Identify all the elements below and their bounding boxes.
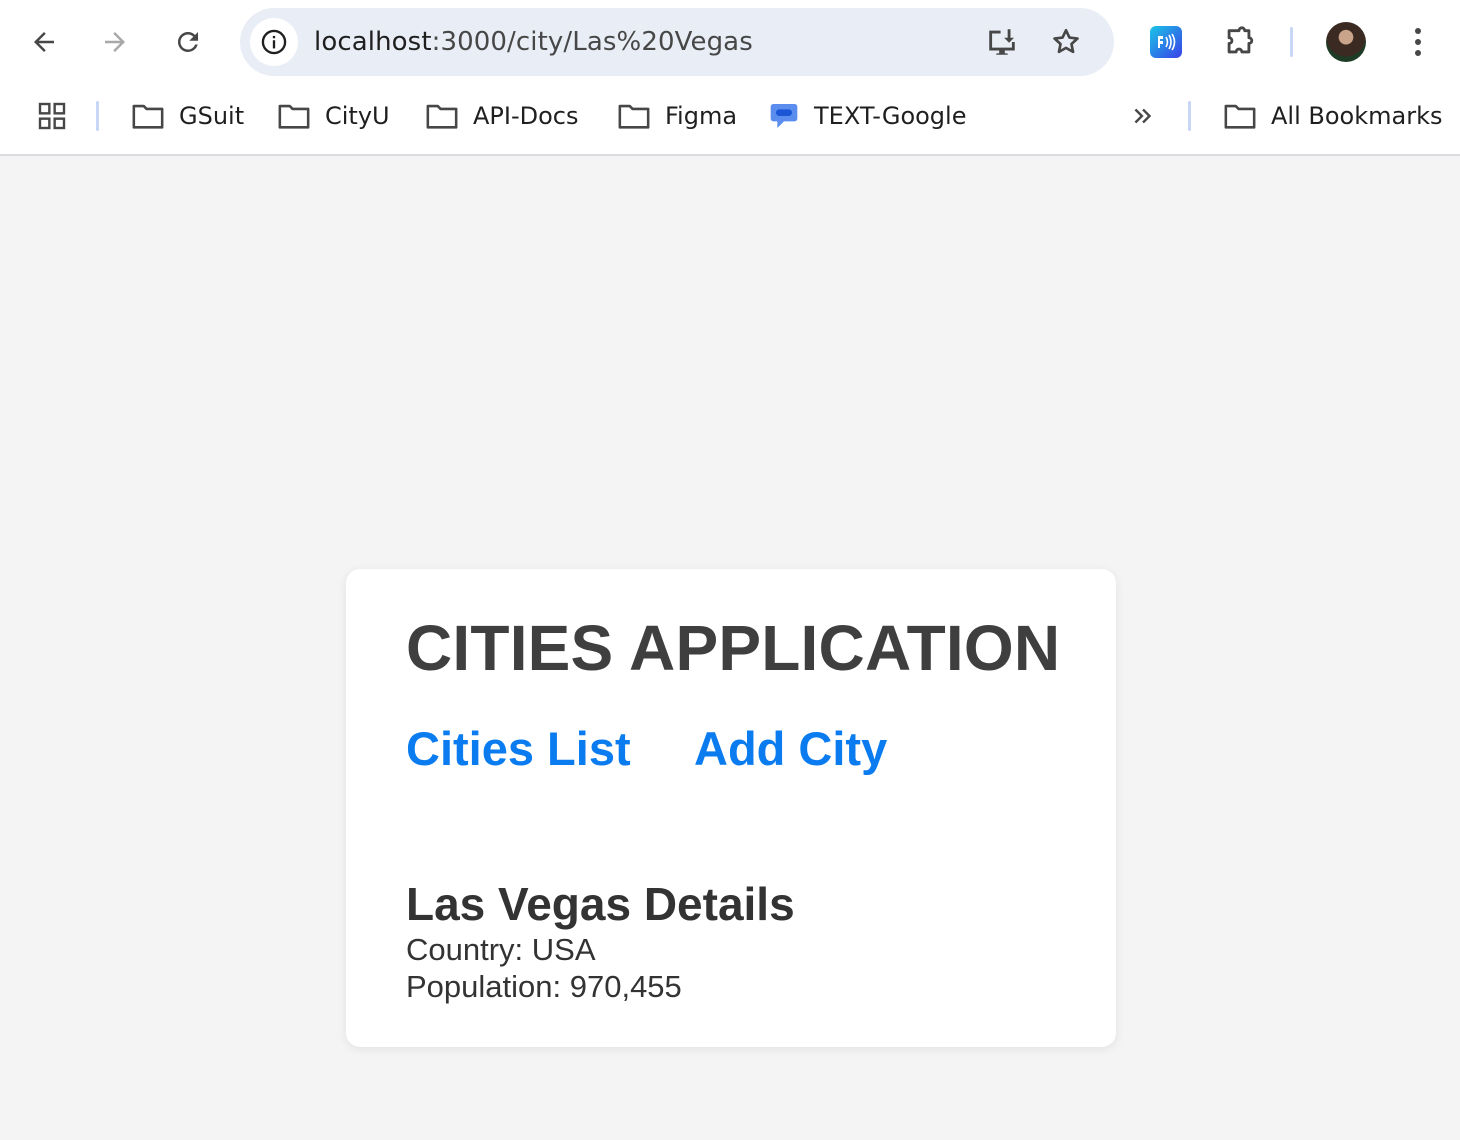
cities-list-link[interactable]: Cities List bbox=[406, 721, 631, 776]
country-line: Country: USA bbox=[406, 932, 596, 967]
reload-icon bbox=[177, 31, 198, 52]
url-text[interactable]: localhost:3000/city/Las%20Vegas bbox=[314, 27, 753, 57]
folder-icon bbox=[618, 104, 650, 129]
profile-avatar[interactable] bbox=[1326, 22, 1366, 62]
population-line: Population: 970,455 bbox=[406, 969, 682, 1004]
star-icon bbox=[1053, 28, 1079, 54]
bookmark-label: TEXT-Google bbox=[814, 102, 967, 130]
browser-menu-button[interactable] bbox=[1396, 20, 1440, 64]
more-vert-icon bbox=[1415, 28, 1421, 56]
puzzle-icon bbox=[1227, 26, 1254, 54]
bookmark-label: Figma bbox=[665, 102, 738, 130]
folder-icon bbox=[132, 104, 164, 129]
site-info-button[interactable] bbox=[250, 18, 298, 66]
app-title: CITIES APPLICATION bbox=[406, 612, 1061, 684]
bookmarks-divider bbox=[1188, 101, 1191, 131]
bookmark-label: CityU bbox=[325, 102, 390, 130]
bookmarks-bar: GSuit CityU API-Docs Figma TEXT-Google A… bbox=[0, 84, 1460, 156]
app-card: CITIES APPLICATION Cities List Add City … bbox=[346, 569, 1116, 1047]
bookmark-star-button[interactable] bbox=[1046, 22, 1086, 62]
url-host: localhost bbox=[314, 27, 432, 57]
extension-button[interactable] bbox=[1144, 20, 1188, 64]
install-app-button[interactable] bbox=[982, 22, 1022, 62]
info-icon bbox=[261, 29, 287, 55]
chevron-double-right-icon bbox=[1134, 108, 1152, 124]
bookmarks-overflow-button[interactable] bbox=[1130, 98, 1156, 134]
url-path: :3000/city/Las%20Vegas bbox=[431, 27, 753, 57]
install-icon bbox=[989, 29, 1015, 55]
folder-icon bbox=[426, 104, 458, 129]
bookmarks-divider bbox=[96, 101, 99, 131]
back-button[interactable] bbox=[22, 20, 66, 64]
bookmark-label: API-Docs bbox=[473, 102, 579, 130]
arrow-left-icon bbox=[34, 32, 54, 52]
apps-button[interactable] bbox=[36, 98, 68, 134]
toolbar-divider bbox=[1290, 27, 1293, 57]
add-city-link[interactable]: Add City bbox=[694, 721, 887, 776]
city-details-heading: Las Vegas Details bbox=[406, 878, 795, 930]
bookmark-gsuit[interactable]: GSuit bbox=[131, 98, 244, 134]
apps-grid-icon bbox=[38, 102, 66, 130]
address-bar[interactable]: localhost:3000/city/Las%20Vegas bbox=[240, 8, 1114, 76]
browser-toolbar: localhost:3000/city/Las%20Vegas bbox=[0, 0, 1460, 84]
reload-button[interactable] bbox=[166, 20, 210, 64]
folder-icon bbox=[278, 104, 310, 129]
forward-button[interactable] bbox=[93, 20, 137, 64]
all-bookmarks-label: All Bookmarks bbox=[1271, 102, 1443, 130]
extension-logo-icon bbox=[1150, 26, 1182, 58]
bookmark-label: GSuit bbox=[179, 102, 245, 130]
bookmark-cityu[interactable]: CityU bbox=[277, 98, 390, 134]
all-bookmarks-button[interactable]: All Bookmarks bbox=[1223, 98, 1442, 134]
extensions-menu-button[interactable] bbox=[1217, 20, 1261, 64]
messages-icon bbox=[770, 104, 798, 128]
bookmark-figma[interactable]: Figma bbox=[617, 98, 737, 134]
bookmark-api-docs[interactable]: API-Docs bbox=[425, 98, 579, 134]
bookmark-text-google[interactable]: TEXT-Google bbox=[768, 98, 966, 134]
arrow-right-icon bbox=[105, 32, 125, 52]
folder-icon bbox=[1224, 104, 1256, 129]
